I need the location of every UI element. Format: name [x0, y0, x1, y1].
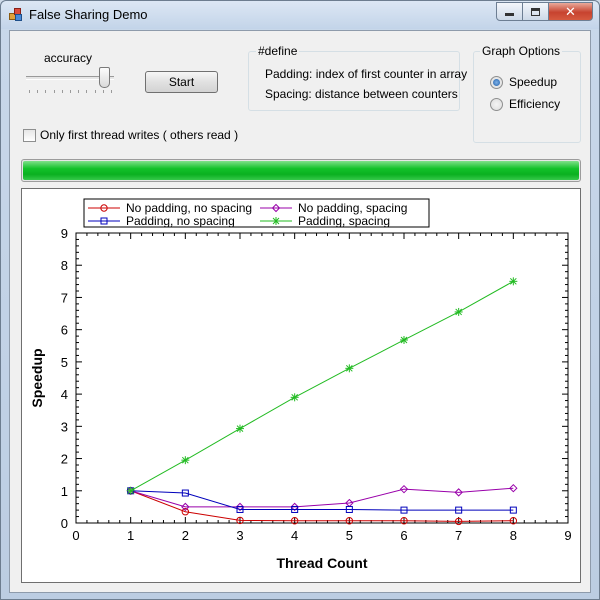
y-tick-label: 3 [61, 419, 68, 434]
efficiency-label: Efficiency [509, 97, 561, 111]
maximize-icon [531, 7, 540, 16]
accuracy-label: accuracy [44, 51, 93, 65]
y-tick-label: 0 [61, 516, 68, 531]
speedup-radio[interactable] [490, 76, 503, 89]
app-icon [9, 8, 23, 22]
x-tick-label: 0 [72, 528, 79, 543]
x-tick-label: 3 [236, 528, 243, 543]
app-window: False Sharing Demo ✕ accuracy Start Only… [0, 0, 600, 600]
y-axis-label: Speedup [29, 348, 45, 407]
x-tick-label: 9 [564, 528, 571, 543]
x-tick-label: 1 [127, 528, 134, 543]
x-tick-label: 8 [510, 528, 517, 543]
minimize-button[interactable] [496, 2, 523, 21]
slider-tick [29, 90, 30, 93]
speedup-chart: 0 1 2 3 4 5 6 7 8 9 0 1 2 3 4 5 6 7 8 9 Thread Count Speedup N… [29, 198, 572, 571]
x-tick-label: 7 [455, 528, 462, 543]
chart-panel: 0 1 2 3 4 5 6 7 8 9 0 1 2 3 4 5 6 7 8 9 Thread Count Speedup N… [21, 188, 581, 583]
minimize-icon [505, 13, 514, 16]
accuracy-slider-thumb[interactable] [99, 67, 110, 88]
legend-label: Padding, spacing [298, 214, 390, 228]
y-tick-label: 7 [61, 290, 68, 305]
define-title: #define [256, 44, 300, 58]
slider-tick [78, 90, 80, 93]
x-tick-label: 2 [182, 528, 189, 543]
progress-fill [23, 161, 579, 180]
graph-options-title: Graph Options [480, 44, 563, 58]
x-tick-label: 5 [346, 528, 353, 543]
slider-tick [70, 90, 71, 93]
x-axis-label: Thread Count [277, 555, 368, 571]
client-area: accuracy Start Only first thread writes … [9, 30, 591, 593]
start-button[interactable]: Start [145, 71, 218, 93]
y-tick-label: 9 [61, 226, 68, 241]
y-tick-label: 8 [61, 258, 68, 273]
y-tick-label: 1 [61, 484, 68, 499]
title-bar[interactable]: False Sharing Demo ✕ [1, 1, 599, 29]
speedup-label: Speedup [509, 75, 558, 89]
series-line [130, 280, 514, 492]
close-icon: ✕ [565, 3, 576, 19]
x-tick-label: 4 [291, 528, 298, 543]
y-tick-label: 5 [61, 355, 68, 370]
efficiency-radio[interactable] [490, 98, 503, 111]
only-first-thread-checkbox[interactable] [23, 129, 36, 142]
slider-tick [94, 90, 96, 93]
accuracy-slider-ticks [29, 90, 113, 93]
y-tick-label: 2 [61, 452, 68, 467]
y-tick-label: 6 [61, 323, 68, 338]
maximize-button[interactable] [522, 2, 549, 21]
progress-bar [21, 159, 581, 182]
only-first-thread-label: Only first thread writes ( others read ) [40, 128, 239, 142]
padding-description: Padding: index of first counter in array [265, 67, 468, 81]
x-tick-label: 6 [400, 528, 407, 543]
slider-tick [111, 90, 112, 93]
slider-tick [53, 90, 55, 93]
spacing-description: Spacing: distance between counters [265, 87, 458, 101]
close-button[interactable]: ✕ [548, 2, 593, 21]
slider-tick [45, 90, 47, 93]
slider-tick [37, 90, 39, 93]
legend-label: Padding, no spacing [126, 214, 235, 228]
slider-tick [61, 90, 63, 93]
y-tick-label: 4 [61, 387, 68, 402]
legend-label: No padding, spacing [298, 201, 407, 215]
slider-tick [102, 90, 104, 93]
slider-tick [86, 90, 88, 93]
start-button-label: Start [168, 75, 195, 89]
window-title: False Sharing Demo [29, 7, 148, 22]
legend-label: No padding, no spacing [126, 201, 252, 215]
define-groupbox [248, 51, 460, 111]
